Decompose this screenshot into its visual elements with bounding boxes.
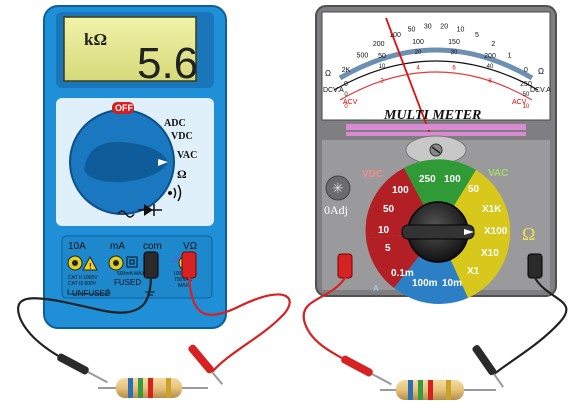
cat-line2: CAT III 600V — [68, 281, 97, 287]
lcd-unit: kΩ — [84, 30, 107, 49]
dcv-tick-0: 0 — [344, 81, 348, 88]
ohm-tick-0: 2K — [342, 67, 351, 74]
right-band-4 — [446, 380, 451, 400]
vmax-line3: MAX — [178, 283, 190, 289]
ohm-x10: X10 — [481, 248, 499, 259]
mirror-strip-1 — [346, 124, 526, 130]
ohm-tick-2: 200 — [373, 41, 385, 48]
ohm-tick-9: 2 — [491, 41, 495, 48]
right-red-probe[interactable] — [340, 355, 393, 388]
dcv-tick-3: 150 — [448, 39, 460, 46]
mirror-strip-2 — [346, 132, 526, 136]
port-com-label: com — [143, 241, 162, 252]
ohm-tick-10: 1 — [508, 53, 512, 60]
dcv-b-tick-1: 10 — [379, 64, 386, 70]
dcv-tick-2: 100 — [412, 39, 424, 46]
ohm-tick-1: 500 — [357, 53, 369, 60]
scene: kΩ 5.6 OFF ADC VDC VAC Ω 10A mA com VΩ ! — [17, 5, 568, 400]
zero-adj-label: 0Adj — [324, 203, 348, 217]
acv-left-label: ACV — [343, 99, 358, 106]
digital-multimeter: kΩ 5.6 OFF ADC VDC VAC Ω 10A mA com VΩ ! — [43, 5, 227, 329]
warning-triangle-icon: ⚠ — [172, 254, 180, 264]
sector-vdc-label: VDC — [362, 169, 383, 180]
dcv-tick-1: 50 — [378, 53, 386, 60]
vac-100: 100 — [444, 174, 461, 185]
port-vohm-label: VΩ — [183, 241, 198, 252]
vdc-50: 50 — [383, 204, 395, 215]
dial-adc-label: ADC — [164, 118, 186, 129]
right-band-3 — [428, 380, 433, 400]
ohm-left-label: Ω — [325, 69, 331, 78]
right-band-2 — [418, 380, 423, 400]
ohm-tick-4: 50 — [408, 26, 416, 33]
sector-vac-label: VAC — [488, 168, 508, 179]
dial-ohm-label: Ω — [177, 167, 187, 181]
vdc-01m: 0.1m — [391, 268, 414, 279]
asterisk-icon: ✳ — [332, 180, 344, 196]
lcd-reading: 5.6 — [137, 39, 198, 88]
vac-250: 250 — [419, 174, 436, 185]
dial-vdc-label: VDC — [171, 131, 193, 142]
acv-right-label: ACV — [512, 99, 527, 106]
left-black-probe[interactable] — [56, 353, 109, 386]
dca-10m: 10m — [442, 278, 462, 289]
unfused-label: UNFUSED — [72, 289, 111, 298]
ma-fused-label: 500mA MAX — [117, 271, 145, 277]
left-band-4 — [166, 378, 171, 398]
svg-text:!: ! — [89, 262, 92, 271]
sector-ohm-label: Ω — [522, 224, 535, 244]
dcv-right-label: DCV.A — [530, 87, 551, 94]
left-resistor — [98, 378, 208, 398]
right-band-1 — [408, 380, 413, 400]
ohm-tick-11: 0 — [524, 67, 528, 74]
vdc-5: 5 — [385, 243, 391, 254]
dial-vac-label: VAC — [177, 150, 197, 161]
left-band-2 — [138, 378, 143, 398]
dcv-b-tick-3: 30 — [451, 50, 458, 56]
dca-a-label: A — [373, 284, 379, 293]
vac-50: 50 — [468, 184, 480, 195]
ohm-x100: X100 — [484, 226, 508, 237]
dcv-left-label: DCV.A — [323, 87, 344, 94]
analog-red-probe-plug[interactable] — [337, 253, 353, 279]
fused-label: FUSED — [114, 278, 141, 287]
dca-100m: 100m — [412, 278, 438, 289]
ohm-tick-7: 10 — [457, 26, 465, 33]
dial-off-label: OFF — [115, 103, 133, 113]
analog-black-probe-plug[interactable] — [527, 253, 543, 279]
right-resistor — [380, 380, 496, 400]
red-probe-plug[interactable] — [181, 251, 197, 279]
right-black-probe[interactable] — [471, 344, 506, 390]
dcv-tick-4: 200 — [484, 53, 496, 60]
ohm-tick-8: 5 — [475, 32, 479, 39]
ohm-right-label: Ω — [538, 67, 544, 76]
ohm-x1: X1 — [467, 266, 480, 277]
port-ma-label: mA — [110, 241, 125, 252]
ohm-x1k: X1K — [482, 204, 502, 215]
dcv-b-tick-2: 20 — [415, 50, 422, 56]
left-band-1 — [128, 378, 133, 398]
ohm-tick-5: 30 — [424, 23, 432, 30]
ohm-tick-6: 20 — [440, 23, 448, 30]
black-probe-plug[interactable] — [143, 251, 159, 279]
vdc-10: 10 — [378, 225, 390, 236]
left-band-3 — [148, 378, 153, 398]
meter-title: MULTI METER — [383, 108, 481, 123]
dcv-b-tick-5: 50 — [523, 92, 530, 98]
dcv-b-tick-4: 40 — [487, 64, 494, 70]
analog-multimeter: 2K50020010050 30 20 105210050100 15020025001… — [315, 5, 557, 304]
vdc-100: 100 — [392, 185, 409, 196]
port-10a-label: 10A — [68, 241, 86, 252]
